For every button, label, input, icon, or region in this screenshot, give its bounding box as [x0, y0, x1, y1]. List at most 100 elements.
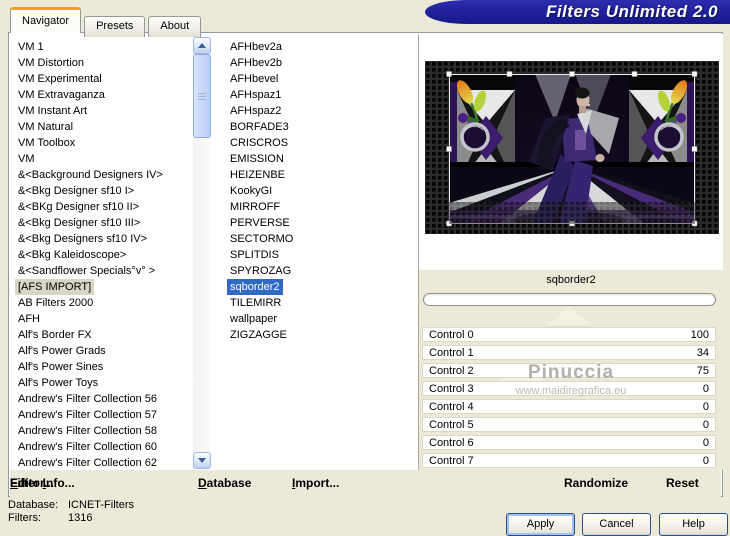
category-list-item[interactable]: Andrew's Filter Collection 56 — [10, 391, 193, 407]
tab-bar: Navigator Presets About — [10, 7, 204, 37]
main-panel: VM 1 VM Distortion VM Experimental VM Ex… — [8, 32, 723, 497]
category-list-item[interactable]: Alf's Power Toys — [10, 375, 193, 391]
control-label: Control 4 — [429, 401, 474, 413]
toolbar-menu-button[interactable]: Editor... — [10, 476, 54, 490]
status-label: Filters: — [8, 512, 41, 524]
category-list-item[interactable]: &<Background Designers IV> — [10, 167, 193, 183]
control-value: 0 — [702, 401, 709, 413]
apply-button[interactable]: Apply — [506, 513, 575, 536]
category-list-item[interactable]: &<Bkg Designer sf10 III> — [10, 215, 193, 231]
title-banner: Filters Unlimited 2.0 — [425, 0, 730, 24]
filter-list-item[interactable]: AFHspaz1 — [215, 87, 418, 103]
help-button[interactable]: Help — [659, 513, 728, 536]
control-slider-row[interactable]: Control 0 100 — [422, 327, 716, 342]
window-title: Filters Unlimited 2.0 — [545, 2, 718, 21]
filter-list-item[interactable]: KookyGI — [215, 183, 418, 199]
category-list-item[interactable]: VM Toolbox — [10, 135, 193, 151]
filter-list-item[interactable]: EMISSION — [215, 151, 418, 167]
category-list-item[interactable]: Alf's Border FX — [10, 327, 193, 343]
control-slider-row[interactable]: Control 6 0 — [422, 435, 716, 450]
status-label: Database: — [8, 499, 59, 511]
control-label: Control 0 — [429, 329, 474, 341]
category-scrollbar[interactable] — [193, 37, 211, 469]
control-slider-row[interactable]: Control 2 75 — [422, 363, 716, 378]
category-list-item[interactable]: &<Bkg Designers sf10 IV> — [10, 231, 193, 247]
control-value: 75 — [696, 365, 709, 377]
filter-list-item[interactable]: SPYROZAG — [215, 263, 418, 279]
category-list-item[interactable]: Alf's Power Grads — [10, 343, 193, 359]
filter-list-item[interactable]: CRISCROS — [215, 135, 418, 151]
filter-list-item[interactable]: HEIZENBE — [215, 167, 418, 183]
category-list-item[interactable]: VM Natural — [10, 119, 193, 135]
category-list-item[interactable]: &<Bkg Kaleidoscope> — [10, 247, 193, 263]
filter-list-item[interactable]: PERVERSE — [215, 215, 418, 231]
filter-list-item[interactable]: BORFADE3 — [215, 119, 418, 135]
filter-list: AFHbev2a AFHbev2b AFHbevel AFHspaz1 AFHs… — [215, 34, 418, 470]
filter-list-item[interactable]: SECTORMO — [215, 231, 418, 247]
category-list-item[interactable]: &<Sandflower Specials°v° > — [10, 263, 193, 279]
tab[interactable]: Presets — [84, 16, 146, 37]
category-list-item[interactable]: Alf's Power Sines — [10, 359, 193, 375]
preview-section: sqborder2 Control 0 100 Control 1 34 Con… — [419, 34, 723, 470]
category-list-item[interactable]: Andrew's Filter Collection 58 — [10, 423, 193, 439]
filter-list-item[interactable]: AFHbevel — [215, 71, 418, 87]
filter-list-item[interactable]: AFHspaz2 — [215, 103, 418, 119]
control-label: Control 3 — [429, 383, 474, 395]
control-label: Control 5 — [429, 419, 474, 431]
category-list-item[interactable]: &<Bkg Designer sf10 I> — [10, 183, 193, 199]
category-list-item[interactable]: AB Filters 2000 — [10, 295, 193, 311]
randomize-button[interactable]: Randomize — [564, 476, 628, 490]
chevron-up-icon — [198, 43, 206, 48]
category-list: VM 1 VM Distortion VM Experimental VM Ex… — [10, 34, 193, 470]
progress-bar — [423, 293, 716, 306]
filter-list-item[interactable]: sqborder2 — [215, 279, 418, 295]
control-slider-row[interactable]: Control 1 34 — [422, 345, 716, 360]
filter-list-item[interactable]: ZIGZAGGE — [215, 327, 418, 343]
control-value: 0 — [702, 455, 709, 467]
filter-list-item[interactable]: TILEMIRR — [215, 295, 418, 311]
reset-button[interactable]: Reset — [666, 476, 699, 490]
status-value: ICNET-Filters — [68, 499, 134, 511]
control-value: 100 — [690, 329, 709, 341]
controls-list: Control 0 100 Control 1 34 Control 2 75 … — [422, 327, 716, 471]
toolbar-menu-button[interactable]: Import... — [292, 476, 339, 490]
category-list-item[interactable]: VM Instant Art — [10, 103, 193, 119]
category-list-item[interactable]: Andrew's Filter Collection 60 — [10, 439, 193, 455]
filter-list-item[interactable]: SPLITDIS — [215, 247, 418, 263]
category-list-item[interactable]: &<BKg Designer sf10 II> — [10, 199, 193, 215]
control-label: Control 7 — [429, 455, 474, 467]
scrollbar-down-button[interactable] — [193, 452, 211, 469]
control-slider-row[interactable]: Control 4 0 — [422, 399, 716, 414]
category-list-item[interactable]: AFH — [10, 311, 193, 327]
filter-list-item[interactable]: MIRROFF — [215, 199, 418, 215]
category-list-item[interactable]: Andrew's Filter Collection 57 — [10, 407, 193, 423]
filter-list-item[interactable]: AFHbev2b — [215, 55, 418, 71]
filter-name-label: sqborder2 — [419, 270, 723, 291]
control-value: 0 — [702, 383, 709, 395]
control-label: Control 2 — [429, 365, 474, 377]
scrollbar-thumb[interactable] — [193, 54, 211, 138]
control-value: 34 — [696, 347, 709, 359]
category-list-item[interactable]: VM — [10, 151, 193, 167]
tab[interactable]: About — [148, 16, 202, 37]
control-slider-row[interactable]: Control 7 0 — [422, 453, 716, 468]
toolbar-menu-button[interactable]: Database — [198, 476, 251, 490]
scrollbar-up-button[interactable] — [193, 37, 211, 54]
category-list-item[interactable]: Andrew's Filter Collection 62 — [10, 455, 193, 470]
filter-list-item[interactable]: wallpaper — [215, 311, 418, 327]
cancel-button[interactable]: Cancel — [582, 513, 651, 536]
category-list-item[interactable]: [AFS IMPORT] — [10, 279, 193, 295]
category-list-item[interactable]: VM Experimental — [10, 71, 193, 87]
filter-list-item[interactable]: AFHbev2a — [215, 39, 418, 55]
control-value: 0 — [702, 419, 709, 431]
control-slider-row[interactable]: Control 5 0 — [422, 417, 716, 432]
control-slider-row[interactable]: Control 3 0 — [422, 381, 716, 396]
tab[interactable]: Navigator — [10, 7, 82, 33]
category-list-item[interactable]: VM Distortion — [10, 55, 193, 71]
preview-image — [425, 61, 719, 234]
category-list-item[interactable]: VM 1 — [10, 39, 193, 55]
category-list-item[interactable]: VM Extravaganza — [10, 87, 193, 103]
control-label: Control 1 — [429, 347, 474, 359]
toolbar: Randomize Reset Database Import... Filter … — [10, 470, 721, 497]
status-value: 1316 — [68, 512, 93, 524]
